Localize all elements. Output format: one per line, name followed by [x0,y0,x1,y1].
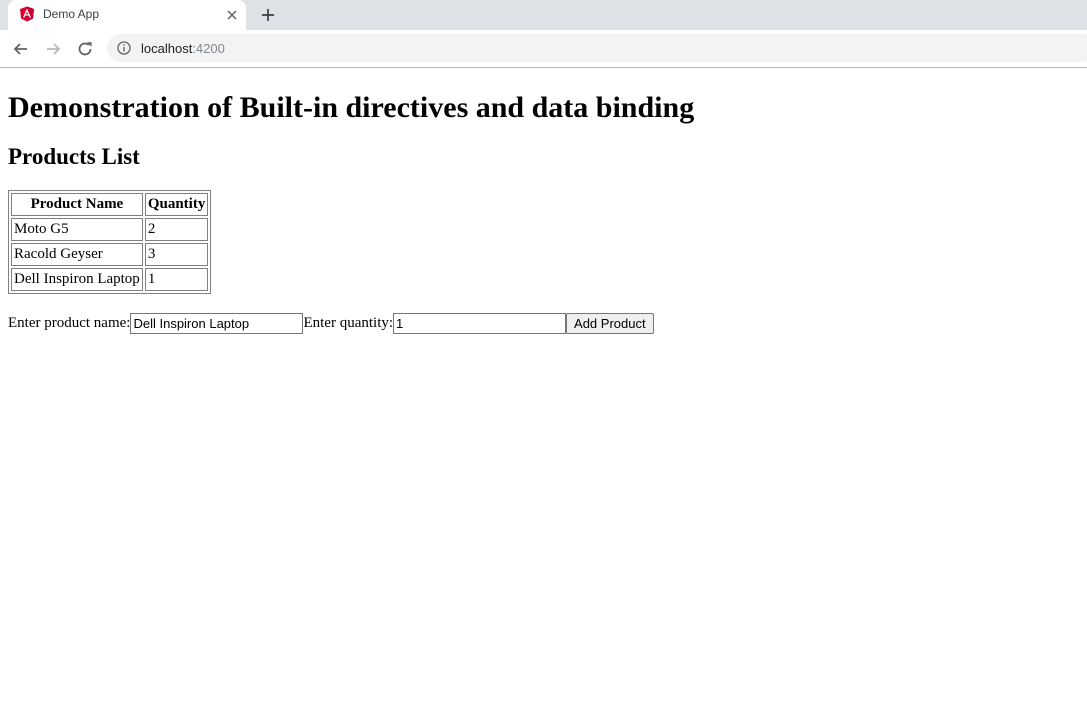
url-text[interactable]: localhost:4200 [141,41,225,56]
table-row: Dell Inspiron Laptop 1 [11,268,209,291]
quantity-cell: 1 [144,268,209,291]
tab-title: Demo App [43,7,100,21]
section-title: Products List [8,144,140,169]
close-icon[interactable] [224,7,240,23]
add-product-form: Enter product name: Enter quantity: Add … [8,312,1079,334]
table-row: Moto G5 2 [11,218,209,241]
product-name-cell: Racold Geyser [11,243,143,266]
url-port: :4200 [192,41,225,56]
forward-arrow-icon[interactable] [42,38,64,60]
table-header-row: Product Name Quantity [11,193,209,216]
add-product-button[interactable]: Add Product [566,312,654,334]
info-icon[interactable] [117,41,131,55]
column-header-quantity: Quantity [144,193,209,216]
browser-toolbar: localhost:4200 [0,30,1087,68]
column-header-product-name: Product Name [11,193,143,216]
products-table: Product Name Quantity Moto G5 2 Racold G… [8,190,212,294]
product-name-input[interactable] [130,312,304,334]
page-title: Demonstration of Built-in directives and… [8,91,695,124]
page-content: Demonstration of Built-in directives and… [0,68,1087,725]
quantity-input[interactable] [393,312,567,334]
product-name-cell: Moto G5 [11,218,143,241]
product-name-cell: Dell Inspiron Laptop [11,268,143,291]
address-bar[interactable]: localhost:4200 [107,34,1087,62]
browser-tab[interactable]: Demo App [8,0,246,30]
tab-strip: Demo App [0,0,1087,30]
url-host: localhost [141,41,193,56]
quantity-label: Enter quantity: [303,314,394,331]
quantity-cell: 3 [144,243,209,266]
table-row: Racold Geyser 3 [11,243,209,266]
product-name-label: Enter product name: [8,314,131,331]
quantity-cell: 2 [144,218,209,241]
new-tab-plus-icon[interactable] [258,5,278,25]
reload-icon[interactable] [74,38,96,60]
angular-logo-icon [20,6,34,22]
back-arrow-icon[interactable] [10,38,32,60]
